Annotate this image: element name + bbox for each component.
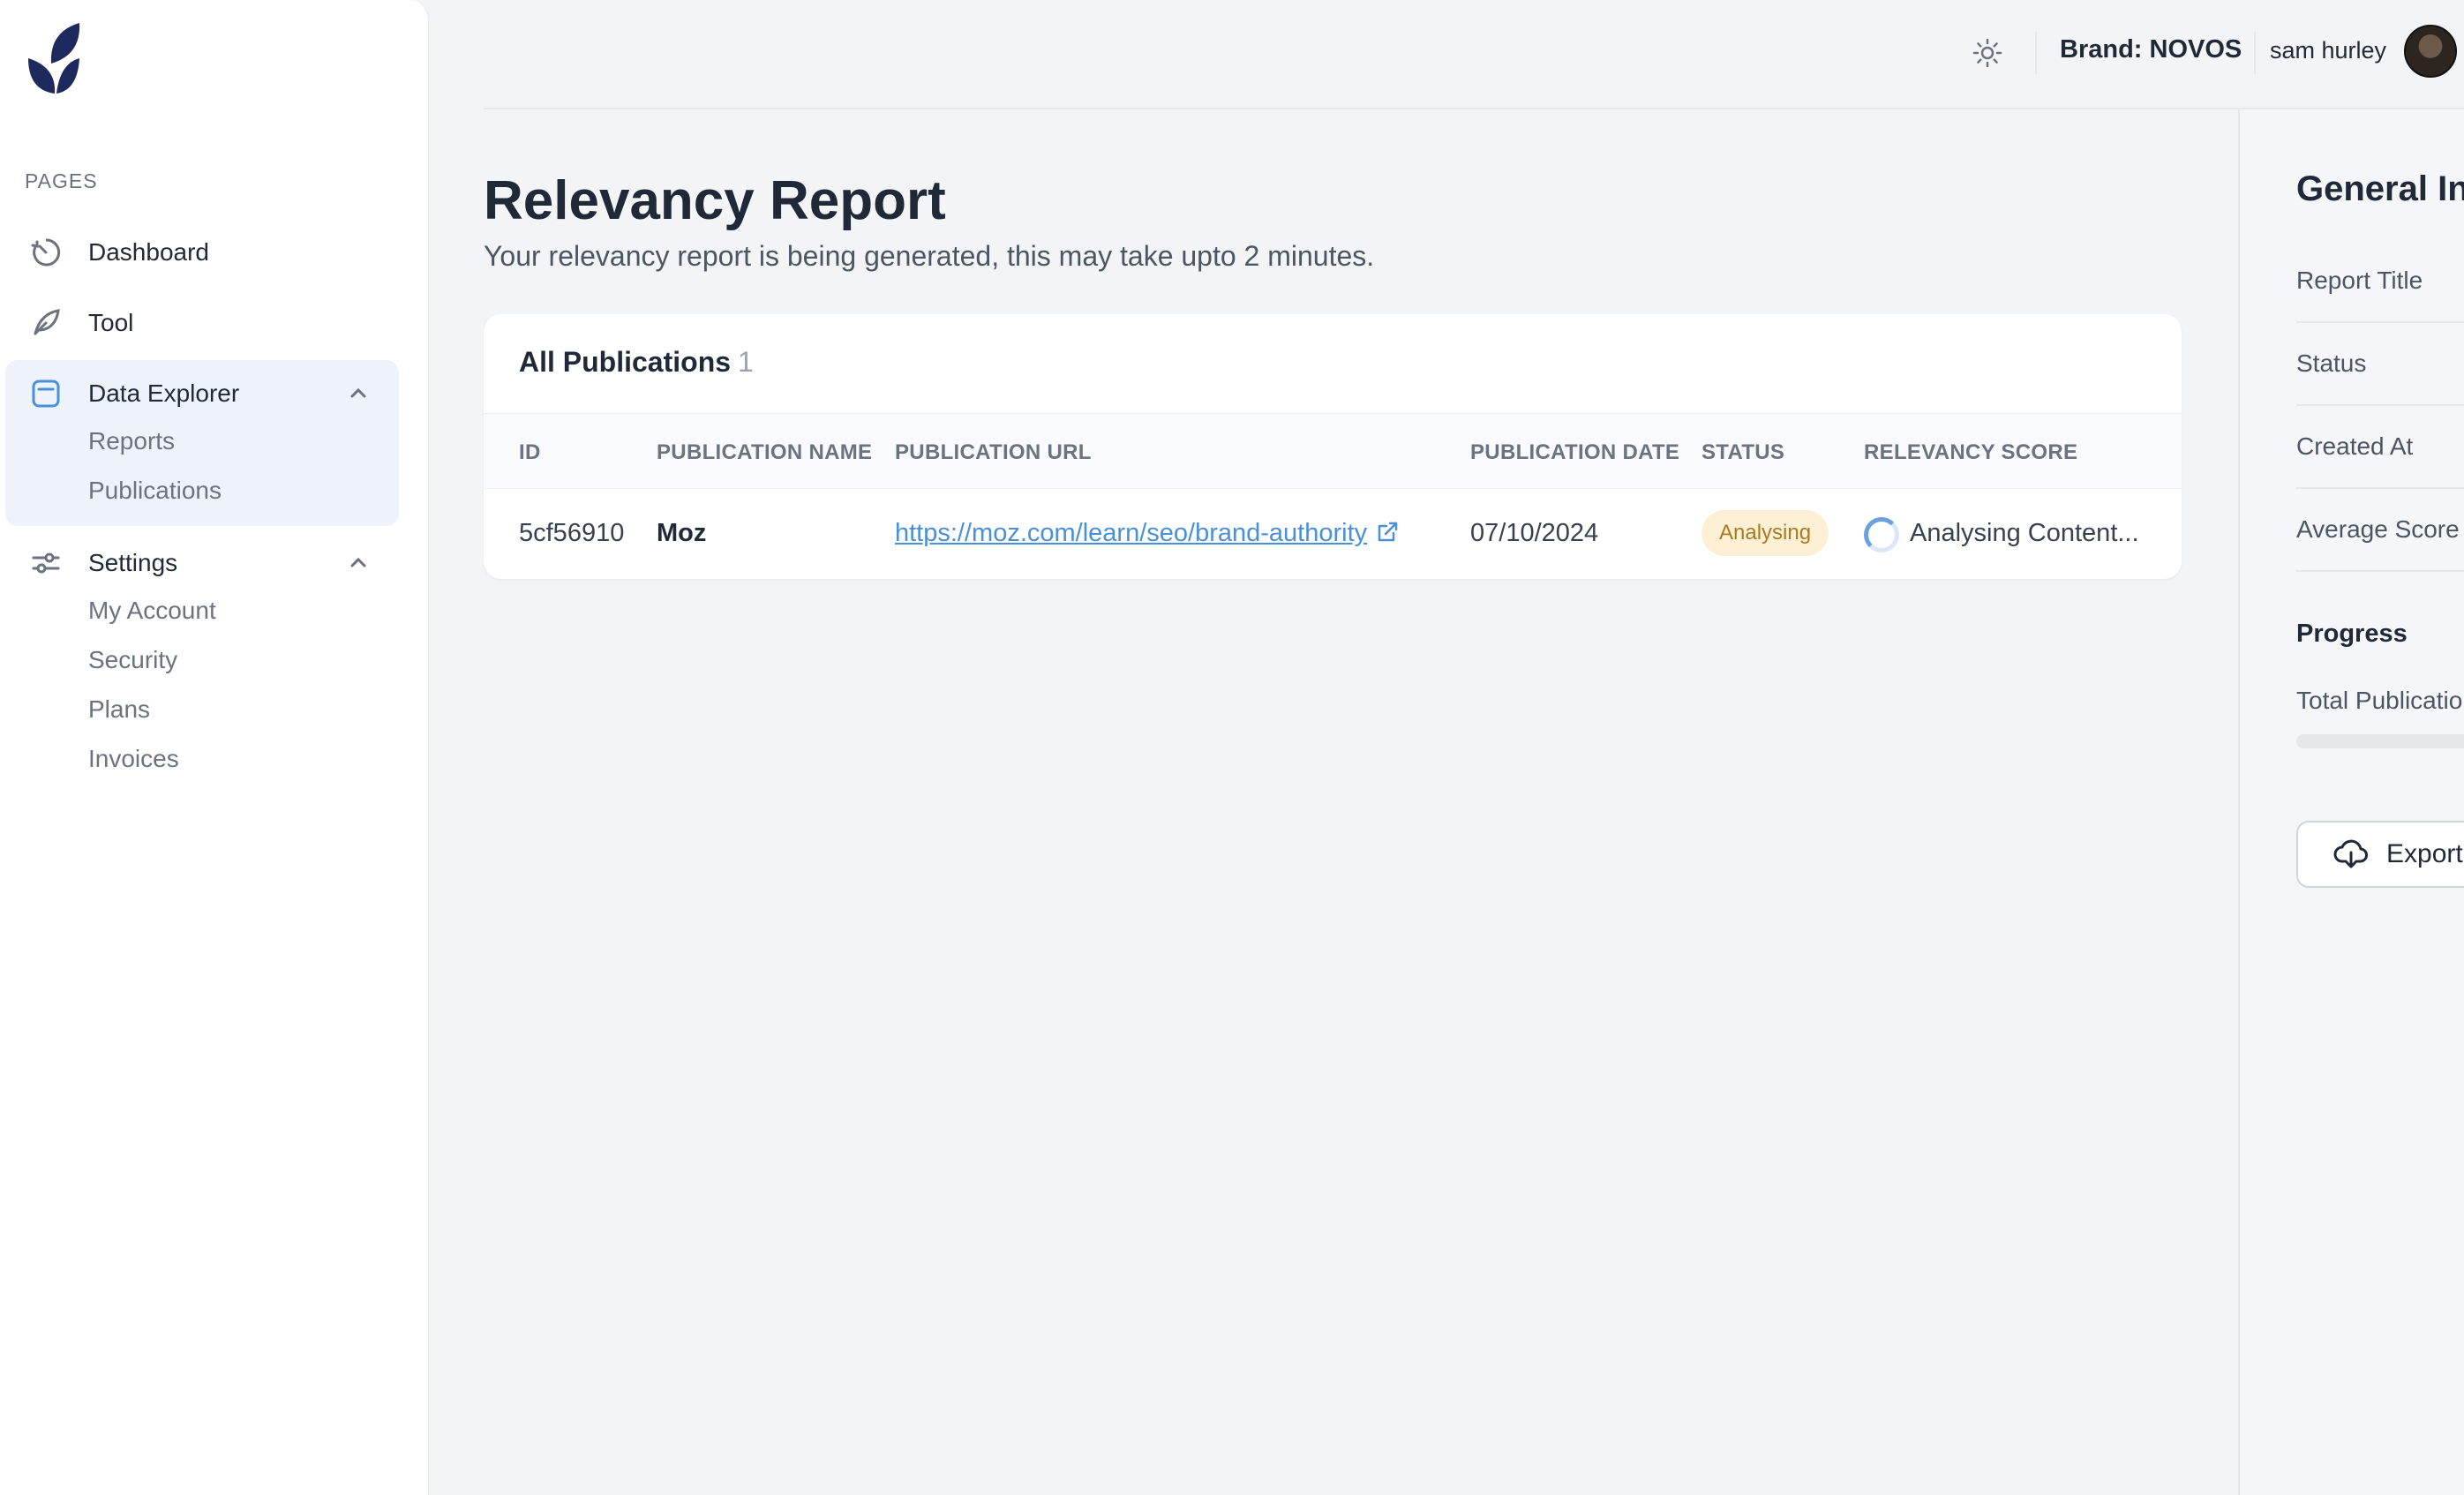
header-divider — [2035, 32, 2037, 74]
panel-title: General In — [2296, 169, 2464, 208]
column-header-status[interactable]: STATUS — [1702, 440, 1784, 465]
page-title: Relevancy Report — [484, 170, 946, 231]
sidebar-item-tool[interactable]: Tool — [25, 297, 395, 349]
info-label-created-at: Created At — [2296, 432, 2414, 460]
column-header-publication-url[interactable]: PUBLICATION URL — [895, 440, 1092, 465]
sidebar-item-data-explorer[interactable]: Data Explorer — [25, 367, 395, 420]
publication-url-link[interactable]: https://moz.com/learn/seo/brand-authorit… — [895, 519, 1367, 547]
progress-title: Progress — [2296, 620, 2408, 648]
gauge-icon — [25, 231, 67, 274]
sidebar-item-label: Settings — [88, 549, 178, 576]
cell-id: 5cf56910 — [519, 519, 625, 547]
info-divider — [2296, 487, 2464, 489]
sidebar-item-label: Tool — [88, 309, 134, 336]
chevron-up-icon[interactable] — [348, 552, 369, 574]
table-header: ID PUBLICATION NAME PUBLICATION URL PUBL… — [484, 413, 2182, 489]
brand-selector[interactable]: Brand: NOVOS — [2060, 35, 2242, 64]
sidebar-subitem-invoices[interactable]: Invoices — [88, 745, 179, 773]
column-header-publication-date[interactable]: PUBLICATION DATE — [1470, 440, 1679, 465]
publication-count: 1 — [738, 346, 754, 378]
cell-publication-url: https://moz.com/learn/seo/brand-authorit… — [895, 519, 1399, 548]
general-info-panel: General In Report Title Status Created A… — [2240, 109, 2464, 1495]
chevron-up-icon[interactable] — [348, 383, 369, 404]
export-button[interactable]: Export — [2296, 821, 2464, 888]
sidebar-item-settings[interactable]: Settings — [25, 537, 395, 590]
loading-spinner-icon — [1864, 517, 1899, 552]
info-label-status: Status — [2296, 349, 2367, 377]
publications-card: All Publications 1 ID PUBLICATION NAME PU… — [484, 314, 2182, 579]
status-badge: Analysing — [1702, 510, 1829, 556]
info-label-average-score: Average Score — [2296, 515, 2460, 543]
cell-publication-date: 07/10/2024 — [1470, 519, 1599, 547]
card-title: All Publications 1 — [519, 346, 754, 379]
window-icon — [25, 372, 67, 415]
user-name[interactable]: sam hurley — [2270, 37, 2386, 64]
sidebar-subitem-plans[interactable]: Plans — [88, 695, 150, 724]
sidebar-section-label: PAGES — [25, 169, 98, 192]
external-link-icon[interactable] — [1376, 521, 1399, 544]
sidebar-subitem-my-account[interactable]: My Account — [88, 597, 216, 625]
cell-publication-name: Moz — [657, 519, 707, 547]
avatar[interactable] — [2404, 25, 2457, 78]
sidebar-item-dashboard[interactable]: Dashboard — [25, 226, 395, 279]
app-root: PAGES Dashboard Tool Data Explorer Repor… — [0, 0, 2464, 1495]
info-divider — [2296, 404, 2464, 406]
export-button-label: Export — [2386, 839, 2463, 868]
sidebar: PAGES Dashboard Tool Data Explorer Repor… — [0, 0, 429, 1495]
column-header-publication-name[interactable]: PUBLICATION NAME — [657, 440, 872, 465]
info-divider — [2296, 321, 2464, 323]
progress-bar — [2296, 734, 2464, 748]
header-divider — [2254, 32, 2256, 74]
brand-logo-icon[interactable] — [25, 23, 81, 97]
sidebar-subitem-security[interactable]: Security — [88, 646, 177, 674]
total-publications-label: Total Publicatio — [2296, 687, 2463, 714]
info-divider — [2296, 570, 2464, 572]
sidebar-item-label: Dashboard — [88, 238, 209, 266]
info-label-report-title: Report Title — [2296, 267, 2423, 294]
column-header-id[interactable]: ID — [519, 440, 541, 465]
page-subtitle: Your relevancy report is being generated… — [484, 240, 1375, 272]
sliders-icon — [25, 542, 67, 584]
cell-relevancy-score: Analysing Content... — [1910, 519, 2139, 547]
card-title-text: All Publications — [519, 346, 732, 378]
sidebar-item-label: Data Explorer — [88, 379, 240, 407]
cloud-download-icon — [2333, 839, 2368, 868]
column-header-relevancy-score[interactable]: RELEVANCY SCORE — [1864, 440, 2077, 465]
sidebar-subitem-reports[interactable]: Reports — [88, 427, 175, 455]
header-divider-line — [484, 108, 2464, 109]
feather-icon — [25, 302, 67, 344]
sidebar-subitem-publications[interactable]: Publications — [88, 477, 222, 505]
sun-icon[interactable] — [1972, 37, 2003, 69]
